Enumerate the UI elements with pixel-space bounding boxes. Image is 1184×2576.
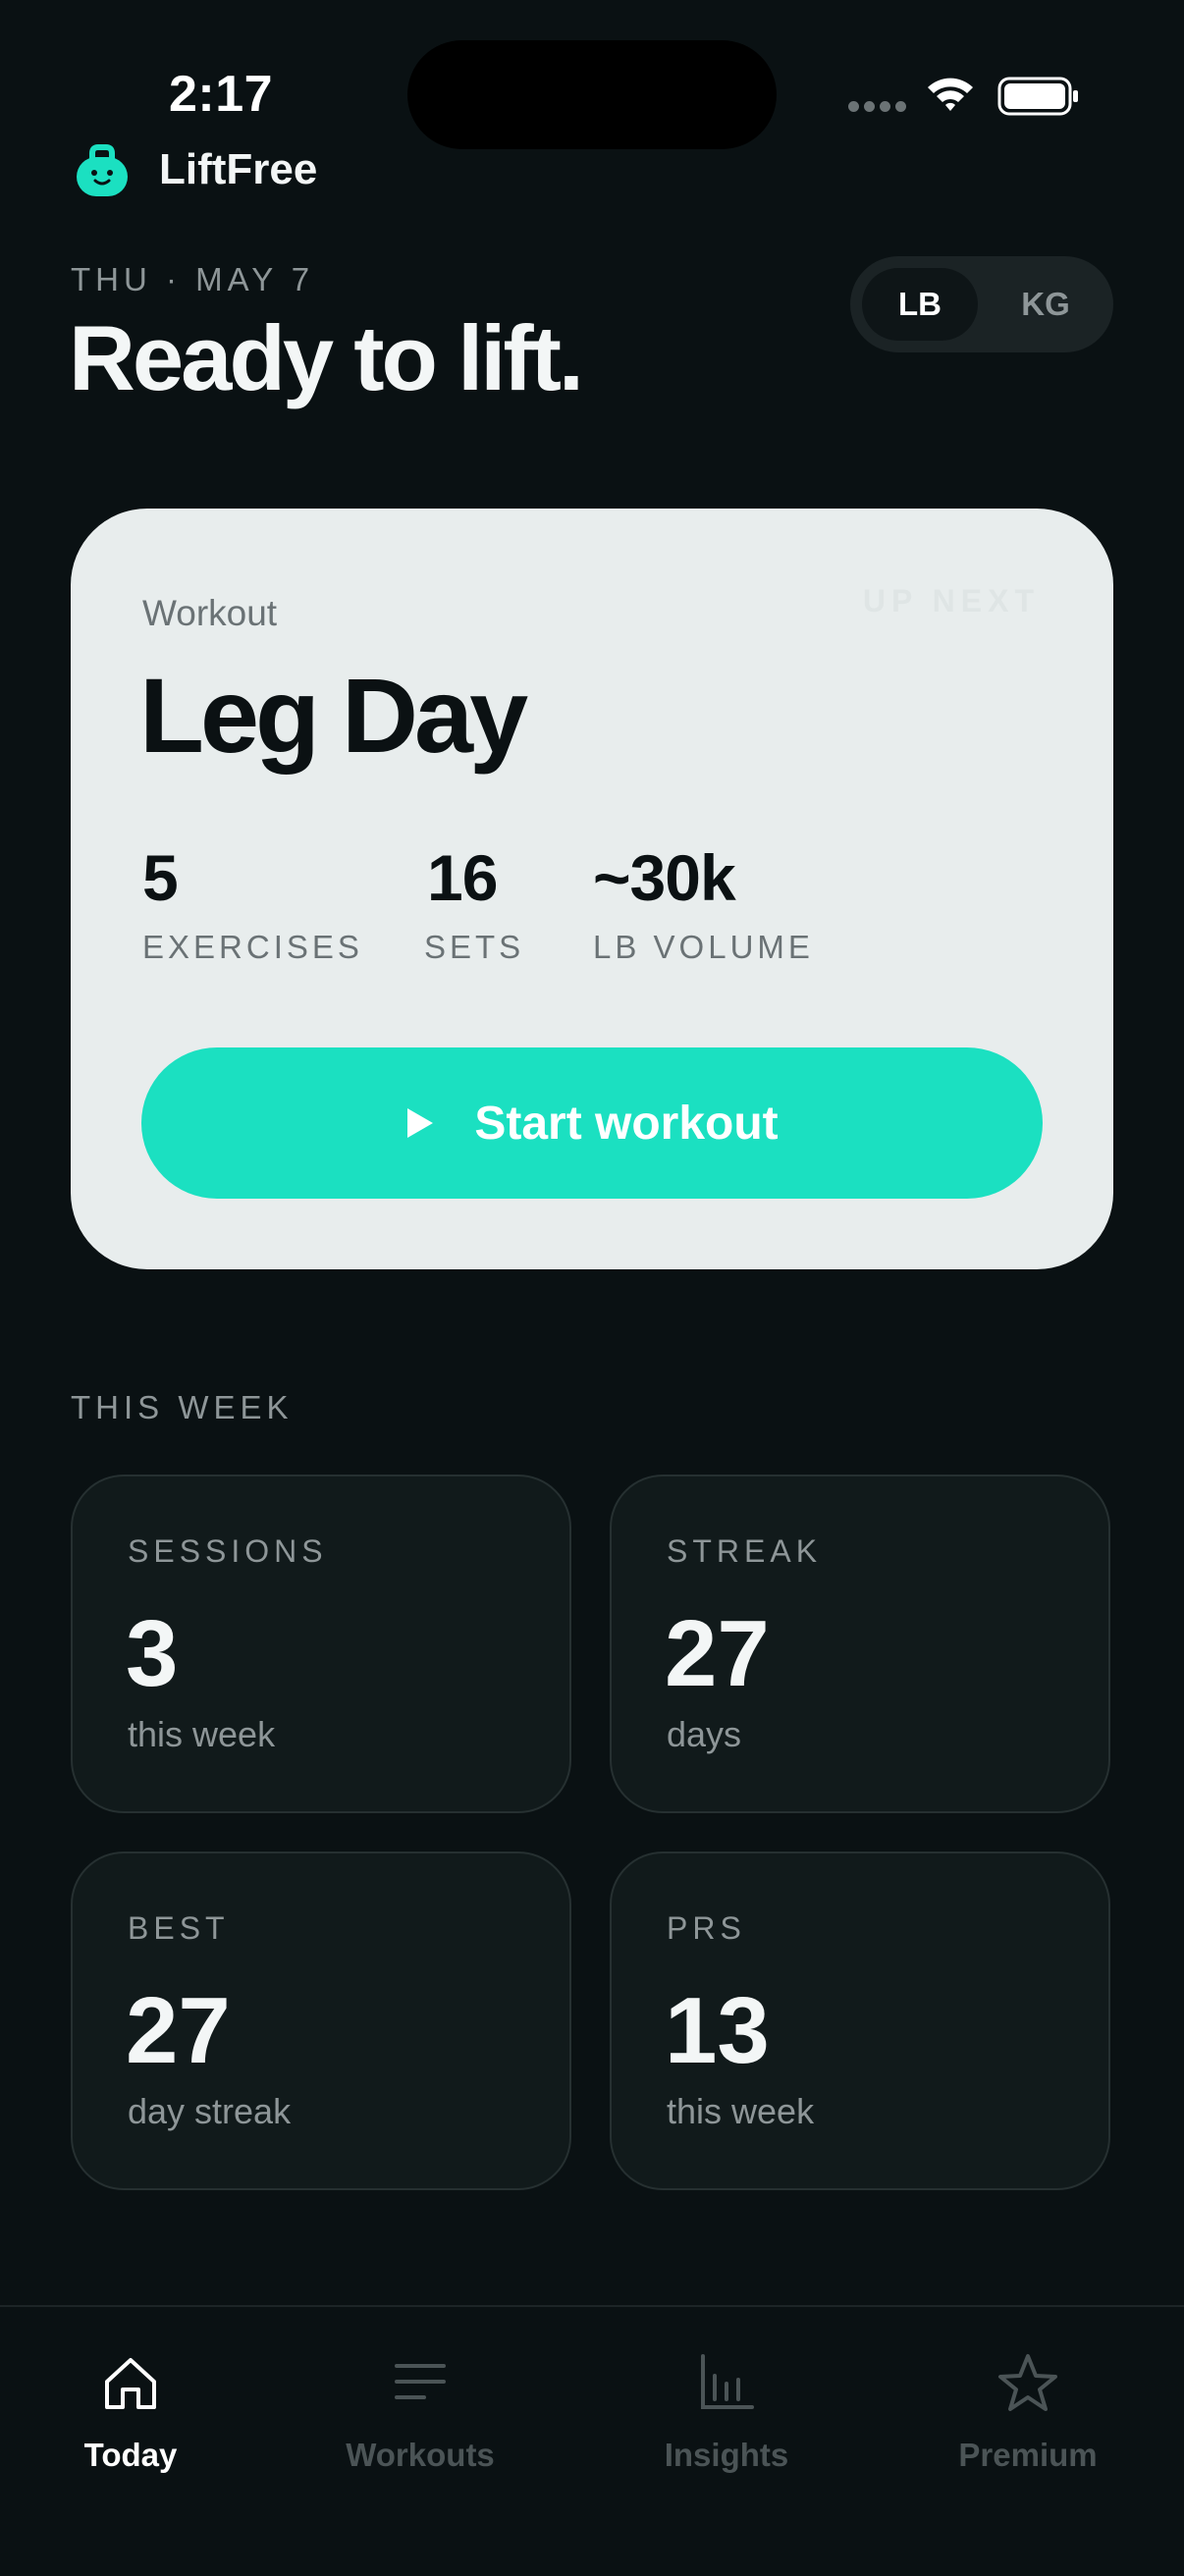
page-title: Ready to lift.	[69, 306, 584, 409]
this-week-heading: THIS WEEK	[71, 1389, 294, 1425]
tab-today[interactable]: Today	[23, 2352, 239, 2490]
volume-label: LB VOLUME	[593, 929, 814, 965]
best-value: 27	[126, 1978, 231, 2083]
prs-tile: PRS 13 this week	[610, 1852, 1110, 2190]
streak-value: 27	[665, 1601, 770, 1706]
unit-option-kg[interactable]: KG	[988, 268, 1103, 341]
kettlebell-logo-icon	[77, 144, 128, 196]
tab-insights-label: Insights	[664, 2437, 789, 2473]
date-label: THU · MAY 7	[71, 261, 315, 297]
prs-sub: this week	[667, 2091, 815, 2131]
best-sub: day streak	[128, 2091, 292, 2131]
tab-premium[interactable]: Premium	[920, 2352, 1136, 2490]
cellular-signal-icon	[848, 101, 907, 115]
sessions-label: SESSIONS	[128, 1533, 328, 1569]
tab-premium-label: Premium	[958, 2437, 1098, 2473]
exercises-count: 5	[142, 841, 179, 914]
best-label: BEST	[128, 1910, 230, 1946]
start-workout-button[interactable]: Start workout	[141, 1047, 1043, 1199]
volume-value: ~30k	[593, 841, 736, 914]
wifi-icon	[928, 78, 973, 111]
tab-insights[interactable]: Insights	[619, 2352, 834, 2490]
streak-sub: days	[667, 1714, 742, 1754]
prs-label: PRS	[667, 1910, 746, 1946]
sessions-sub: this week	[128, 1714, 276, 1754]
sessions-value: 3	[126, 1601, 179, 1706]
unit-option-lb[interactable]: LB	[862, 268, 978, 341]
list-icon	[395, 2364, 446, 2399]
home-icon	[105, 2358, 156, 2409]
up-next-badge: UP NEXT	[862, 583, 1040, 618]
sets-label: SETS	[424, 929, 525, 965]
start-workout-label: Start workout	[474, 1097, 779, 1150]
app-name: LiftFree	[159, 145, 318, 193]
sets-count: 16	[427, 841, 498, 914]
status-time: 2:17	[169, 66, 274, 123]
play-icon	[407, 1108, 434, 1138]
star-icon	[998, 2354, 1057, 2411]
unit-toggle: LB KG	[850, 256, 1113, 352]
tab-workouts-label: Workouts	[346, 2437, 495, 2473]
bar-chart-icon	[701, 2354, 754, 2409]
exercises-label: EXERCISES	[142, 929, 363, 965]
workout-title: Leg Day	[139, 656, 528, 775]
next-workout-card: Workout UP NEXT Leg Day 5 EXERCISES 16 S…	[71, 509, 1113, 1269]
sessions-tile: SESSIONS 3 this week	[71, 1475, 571, 1813]
tab-workouts[interactable]: Workouts	[312, 2352, 528, 2490]
dynamic-island	[407, 40, 777, 149]
best-streak-tile: BEST 27 day streak	[71, 1852, 571, 2190]
workout-label: Workout	[142, 593, 278, 633]
tab-today-label: Today	[83, 2437, 178, 2473]
battery-icon	[997, 77, 1078, 116]
streak-tile: STREAK 27 days	[610, 1475, 1110, 1813]
prs-value: 13	[665, 1978, 770, 2083]
streak-label: STREAK	[667, 1533, 823, 1569]
tab-bar: Today Workouts Insights Premium	[0, 2305, 1184, 2576]
